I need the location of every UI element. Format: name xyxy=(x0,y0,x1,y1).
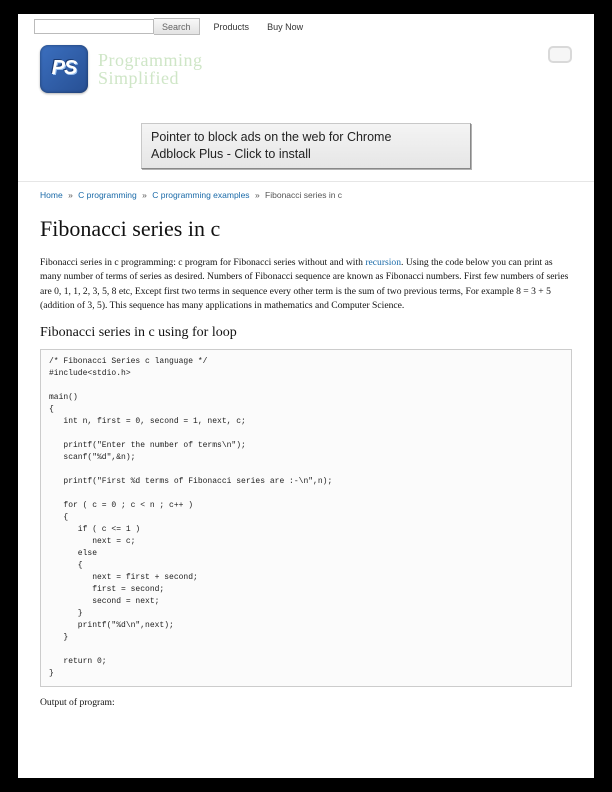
ad-line-1: Pointer to block ads on the web for Chro… xyxy=(151,129,461,146)
site-title-line2: Simplified xyxy=(98,69,203,87)
breadcrumb-sep: » xyxy=(255,190,260,200)
intro-paragraph: Fibonacci series in c programming: c pro… xyxy=(40,256,572,314)
top-bar: Search Products Buy Now xyxy=(18,14,594,37)
code-block: /* Fibonacci Series c language */ #inclu… xyxy=(40,349,572,687)
nav-products[interactable]: Products xyxy=(210,22,254,32)
section-heading-for-loop: Fibonacci series in c using for loop xyxy=(40,325,572,341)
search-form: Search xyxy=(34,18,200,35)
breadcrumb-c-examples[interactable]: C programming examples xyxy=(152,190,249,200)
nav-buy-now[interactable]: Buy Now xyxy=(263,22,307,32)
breadcrumb-home[interactable]: Home xyxy=(40,190,63,200)
breadcrumb: Home » C programming » C programming exa… xyxy=(18,182,594,216)
window-control-icon xyxy=(548,46,572,63)
breadcrumb-sep: » xyxy=(68,190,73,200)
intro-text-before: Fibonacci series in c programming: c pro… xyxy=(40,257,365,268)
breadcrumb-c-programming[interactable]: C programming xyxy=(78,190,137,200)
site-title-line1: Programming xyxy=(98,51,203,69)
ps-logo-icon[interactable] xyxy=(40,45,88,93)
page: Search Products Buy Now Programming Simp… xyxy=(18,14,594,778)
breadcrumb-current: Fibonacci series in c xyxy=(265,190,342,200)
search-input[interactable] xyxy=(34,19,154,34)
ad-banner[interactable]: Pointer to block ads on the web for Chro… xyxy=(141,123,471,169)
article-content: Fibonacci series in c Fibonacci series i… xyxy=(18,216,594,729)
breadcrumb-sep: » xyxy=(142,190,147,200)
ad-line-2: Adblock Plus - Click to install xyxy=(151,146,461,163)
recursion-link[interactable]: recursion xyxy=(365,257,401,268)
site-logo-area: Programming Simplified xyxy=(18,37,594,97)
output-label: Output of program: xyxy=(40,697,572,708)
page-title: Fibonacci series in c xyxy=(40,216,572,242)
site-title: Programming Simplified xyxy=(98,51,203,87)
search-button[interactable]: Search xyxy=(154,18,200,35)
